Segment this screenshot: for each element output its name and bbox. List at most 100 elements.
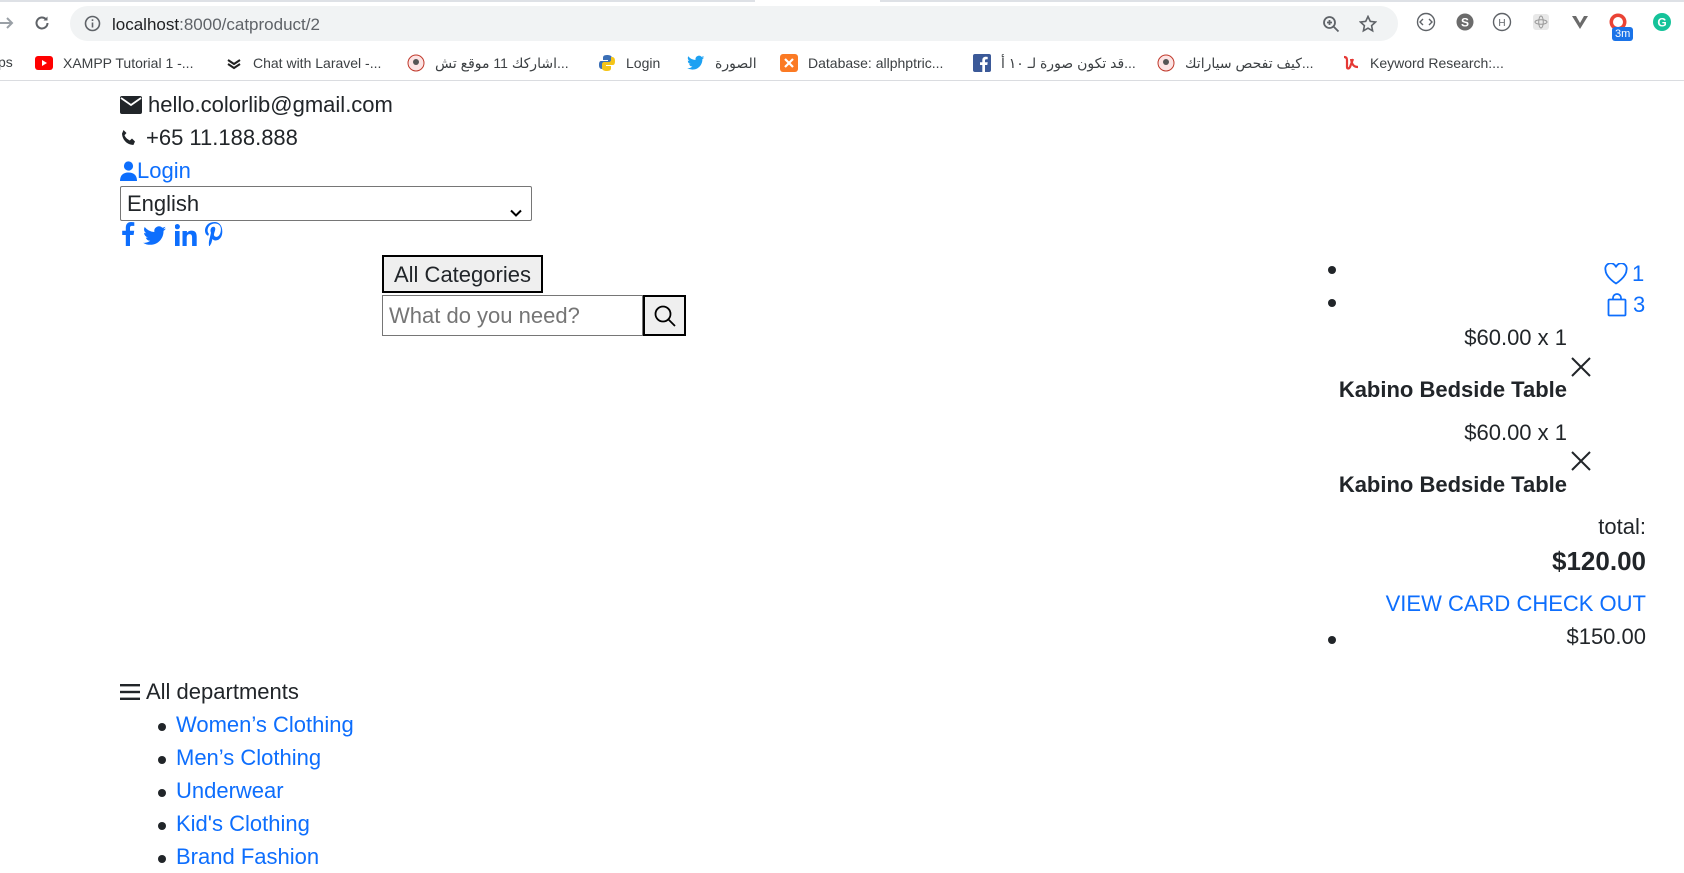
linkedin-icon[interactable] <box>174 222 197 255</box>
all-departments-toggle[interactable]: All departments <box>120 675 299 708</box>
bookmark-twitter[interactable]: الصورة <box>687 54 757 72</box>
shopping-bag-icon <box>1607 292 1627 317</box>
department-item[interactable]: Men’s Clothing <box>176 741 321 774</box>
department-link[interactable]: Men’s Clothing <box>176 741 321 774</box>
facebook-icon <box>973 54 991 72</box>
extension-code-icon[interactable] <box>1415 11 1437 33</box>
social-links <box>121 222 223 255</box>
address-bar[interactable]: localhost:8000/catproduct/2 <box>70 6 1398 41</box>
extension-react-icon[interactable] <box>1530 11 1552 33</box>
twitter-icon[interactable] <box>143 222 167 255</box>
department-item[interactable]: Women’s Clothing <box>176 708 354 741</box>
cart-item-name: Kabino Bedside Table <box>1338 472 1567 497</box>
xampp-icon <box>780 54 798 72</box>
grammarly-icon[interactable]: G <box>1651 11 1673 33</box>
page-content: hello.colorlib@gmail.com +65 11.188.888 … <box>0 88 1684 869</box>
wishlist-link[interactable]: 1 <box>1604 257 1644 290</box>
search-button[interactable] <box>643 295 686 336</box>
login-label[interactable]: Login <box>137 154 191 187</box>
cart-item-price: $60.00 x 1 <box>1464 325 1567 350</box>
contact-email: hello.colorlib@gmail.com <box>120 88 393 121</box>
cart-count: 3 <box>1633 292 1646 317</box>
cart-total-value: $120.00 <box>1552 546 1646 576</box>
bookmarks-bar: ps XAMPP Tutorial 1 -... Chat with Larav… <box>0 48 1684 81</box>
svg-text:H: H <box>1498 18 1505 29</box>
department-item[interactable]: Brand Fashion <box>176 840 319 873</box>
reload-icon[interactable] <box>29 10 55 36</box>
search-icon <box>653 304 677 328</box>
cart-price: $150.00 <box>1566 624 1646 649</box>
svg-text:S: S <box>1461 16 1469 30</box>
search-placeholder: What do you need? <box>389 303 580 328</box>
bookmark-star-icon[interactable] <box>1358 14 1378 38</box>
youtube-icon <box>35 54 53 72</box>
avatar-icon <box>1157 54 1175 72</box>
bookmark-arabic-2[interactable]: كيف تفحص سياراتك... <box>1157 54 1314 72</box>
tab-strip <box>0 0 1684 2</box>
login-link[interactable]: Login <box>120 154 191 187</box>
bookmark-arabic-1[interactable]: اشاركك 11 موقع تش... <box>407 54 569 72</box>
phone-icon <box>120 129 138 147</box>
bookmark-keyword-research[interactable]: Keyword Research:... <box>1342 54 1504 72</box>
avatar-icon <box>407 54 425 72</box>
python-icon <box>598 54 616 72</box>
search-input[interactable]: What do you need? <box>382 295 643 336</box>
list-bullet <box>1328 636 1336 644</box>
list-bullet <box>158 789 166 797</box>
department-link[interactable]: Brand Fashion <box>176 840 319 873</box>
chevron-down-icon <box>509 196 523 229</box>
close-icon[interactable] <box>1570 450 1592 472</box>
hamburger-menu-icon <box>120 683 140 701</box>
bookmark-xampp-tutorial[interactable]: XAMPP Tutorial 1 -... <box>35 54 193 72</box>
extension-h-icon[interactable]: H <box>1491 11 1513 33</box>
list-bullet <box>158 756 166 764</box>
department-link[interactable]: Underwear <box>176 774 284 807</box>
contact-phone: +65 11.188.888 <box>120 121 298 154</box>
bookmark-chat-laravel[interactable]: Chat with Laravel -... <box>225 54 381 72</box>
vue-devtools-icon[interactable] <box>1569 11 1591 33</box>
bookmark-facebook[interactable]: قد تكون صورة لـ ١٠ أ... <box>973 54 1136 72</box>
email-text: hello.colorlib@gmail.com <box>148 92 393 117</box>
heart-icon <box>1604 262 1628 285</box>
url-text[interactable]: localhost:8000/catproduct/2 <box>112 15 320 35</box>
bookmark-login[interactable]: Login <box>598 54 660 72</box>
bookmark-label: Keyword Research:... <box>1370 55 1504 71</box>
list-bullet <box>158 822 166 830</box>
bookmark-label: اشاركك 11 موقع تش... <box>435 54 569 71</box>
departments-title: All departments <box>146 679 299 704</box>
close-icon[interactable] <box>1570 356 1592 378</box>
department-item[interactable]: Underwear <box>176 774 284 807</box>
list-bullet <box>158 723 166 731</box>
department-item[interactable]: Kid's Clothing <box>176 807 310 840</box>
language-select[interactable]: English <box>120 186 532 221</box>
bookmark-label: الصورة <box>715 54 757 71</box>
bookmark-label: Database: allphptric... <box>808 55 944 71</box>
forward-icon[interactable] <box>0 10 20 36</box>
bookmark-label: Chat with Laravel -... <box>253 55 382 71</box>
wishlist-count: 1 <box>1632 261 1645 286</box>
view-card-link[interactable]: VIEW CARD <box>1386 591 1511 616</box>
cart-total-label: total: <box>1598 514 1646 539</box>
list-bullet <box>158 855 166 863</box>
bookmark-database[interactable]: Database: allphptric... <box>780 54 943 72</box>
language-value: English <box>127 191 200 216</box>
skype-icon[interactable]: S <box>1454 11 1476 33</box>
site-info-icon[interactable] <box>84 15 101 37</box>
bookmark-apps[interactable]: ps <box>0 54 13 70</box>
envelope-icon <box>120 95 142 114</box>
list-bullet <box>1328 299 1336 307</box>
facebook-icon[interactable] <box>121 222 135 255</box>
cart-actions: VIEW CARD CHECK OUT <box>1386 587 1646 620</box>
bookmark-label: ps <box>0 54 13 70</box>
department-link[interactable]: Kid's Clothing <box>176 807 310 840</box>
keyword-icon <box>1342 54 1360 72</box>
zoom-icon[interactable] <box>1322 15 1340 38</box>
pinterest-icon[interactable] <box>205 222 223 255</box>
list-bullet <box>1328 266 1336 274</box>
chat-icon <box>225 54 243 72</box>
browser-toolbar: localhost:8000/catproduct/2 S H 3m G <box>0 0 1684 45</box>
cart-link[interactable]: 3 <box>1607 288 1645 321</box>
all-categories-button[interactable]: All Categories <box>382 255 543 293</box>
checkout-link[interactable]: CHECK OUT <box>1516 591 1646 616</box>
department-link[interactable]: Women’s Clothing <box>176 708 354 741</box>
